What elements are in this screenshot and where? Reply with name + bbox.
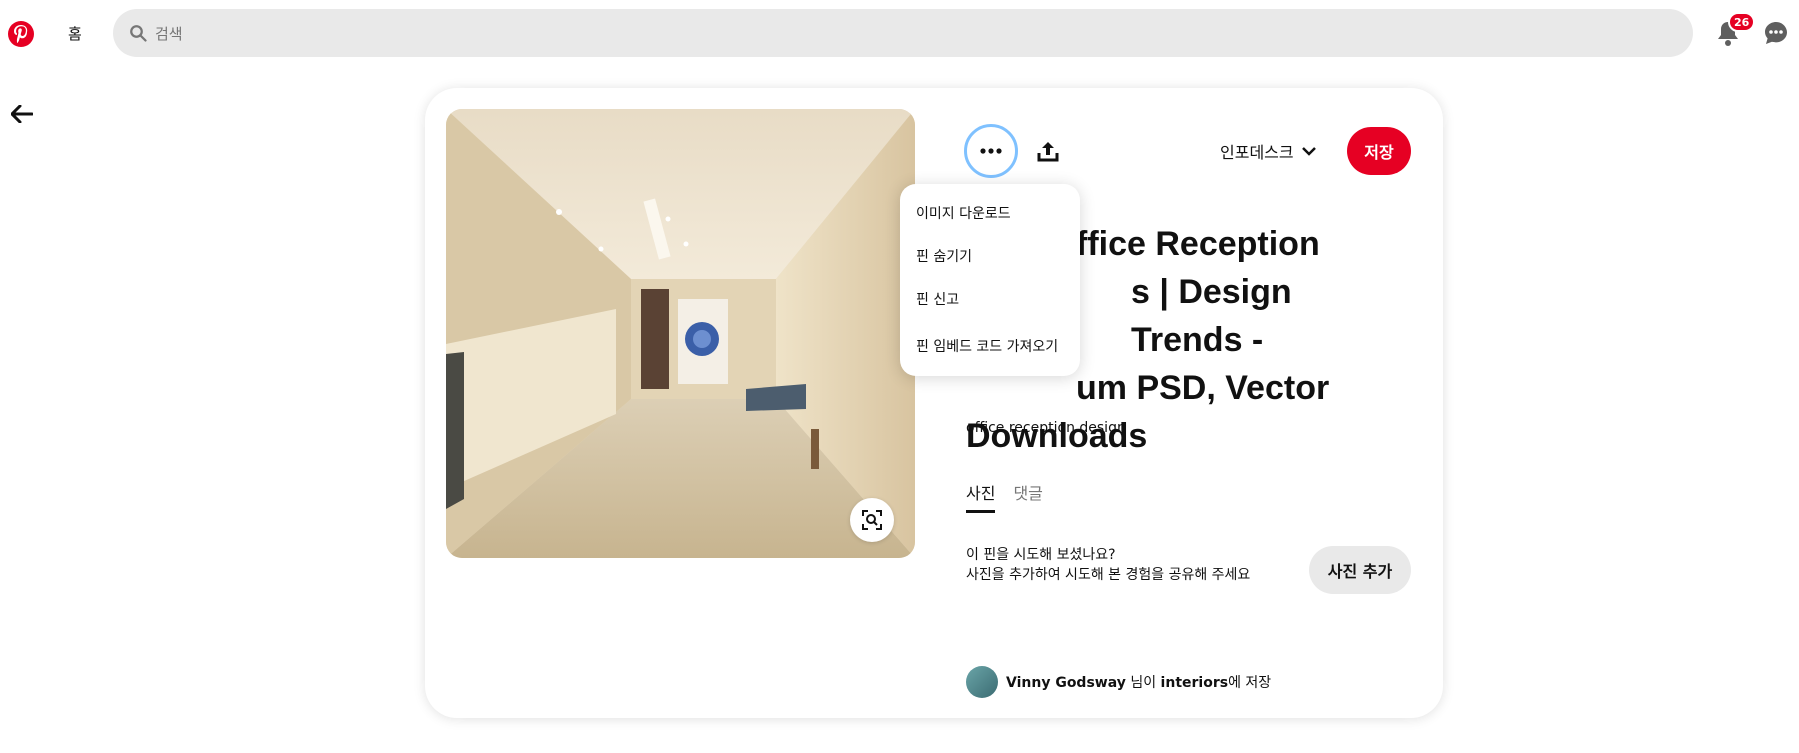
pin-description: office reception design [966, 420, 1126, 436]
saver-board[interactable]: interiors [1161, 675, 1229, 691]
menu-item-report-pin[interactable]: 핀 신고 [900, 278, 1080, 321]
search-input[interactable]: 검색 [155, 23, 183, 44]
pin-tabs: 사진 댓글 [966, 480, 1043, 513]
pinterest-logo-icon[interactable] [8, 21, 34, 47]
more-options-menu: 이미지 다운로드 핀 숨기기 핀 신고 핀 임베드 코드 가져오기 [900, 184, 1080, 376]
share-icon [1037, 142, 1059, 162]
saver-suffix: 에 저장 [1228, 675, 1272, 691]
try-prompt-line-2: 사진을 추가하여 시도해 본 경험을 공유해 주세요 [966, 567, 1251, 583]
menu-item-embed-code[interactable]: 핀 임베드 코드 가져오기 [900, 321, 1080, 373]
visual-search-icon[interactable] [850, 498, 894, 542]
chevron-down-icon [1301, 147, 1316, 156]
tab-photos[interactable]: 사진 [966, 480, 996, 513]
add-photo-button[interactable]: 사진 추가 [1309, 546, 1411, 594]
search-bar[interactable]: 검색 [113, 9, 1693, 57]
tab-comments[interactable]: 댓글 [1013, 480, 1042, 513]
back-arrow-icon[interactable] [8, 100, 36, 128]
search-icon [130, 25, 147, 42]
menu-item-hide-pin[interactable]: 핀 숨기기 [900, 235, 1080, 278]
saved-by: Vinny Godsway 님이 interiors에 저장 [966, 666, 1271, 698]
pin-image[interactable] [446, 109, 915, 558]
save-button[interactable]: 저장 [1347, 127, 1411, 175]
board-name: 인포데스크 [1220, 143, 1294, 162]
board-selector[interactable]: 인포데스크 [1220, 134, 1316, 168]
home-link[interactable]: 홈 [58, 18, 92, 48]
ellipsis-icon [980, 148, 1002, 154]
saver-mid-text: 님이 [1125, 675, 1161, 691]
menu-item-download-image[interactable]: 이미지 다운로드 [900, 192, 1080, 235]
share-button[interactable] [1024, 127, 1072, 175]
saver-name[interactable]: Vinny Godsway [1006, 675, 1126, 691]
more-options-button[interactable] [964, 124, 1018, 178]
try-prompt-line-1: 이 핀을 시도해 보셨나요? [966, 547, 1116, 563]
top-navigation: 홈 검색 26 [0, 0, 1799, 66]
try-prompt: 이 핀을 시도해 보셨나요? 사진을 추가하여 시도해 본 경험을 공유해 주세… [966, 545, 1250, 585]
notifications-badge: 26 [1728, 12, 1756, 32]
avatar[interactable] [966, 666, 998, 698]
messages-icon[interactable] [1761, 18, 1791, 48]
